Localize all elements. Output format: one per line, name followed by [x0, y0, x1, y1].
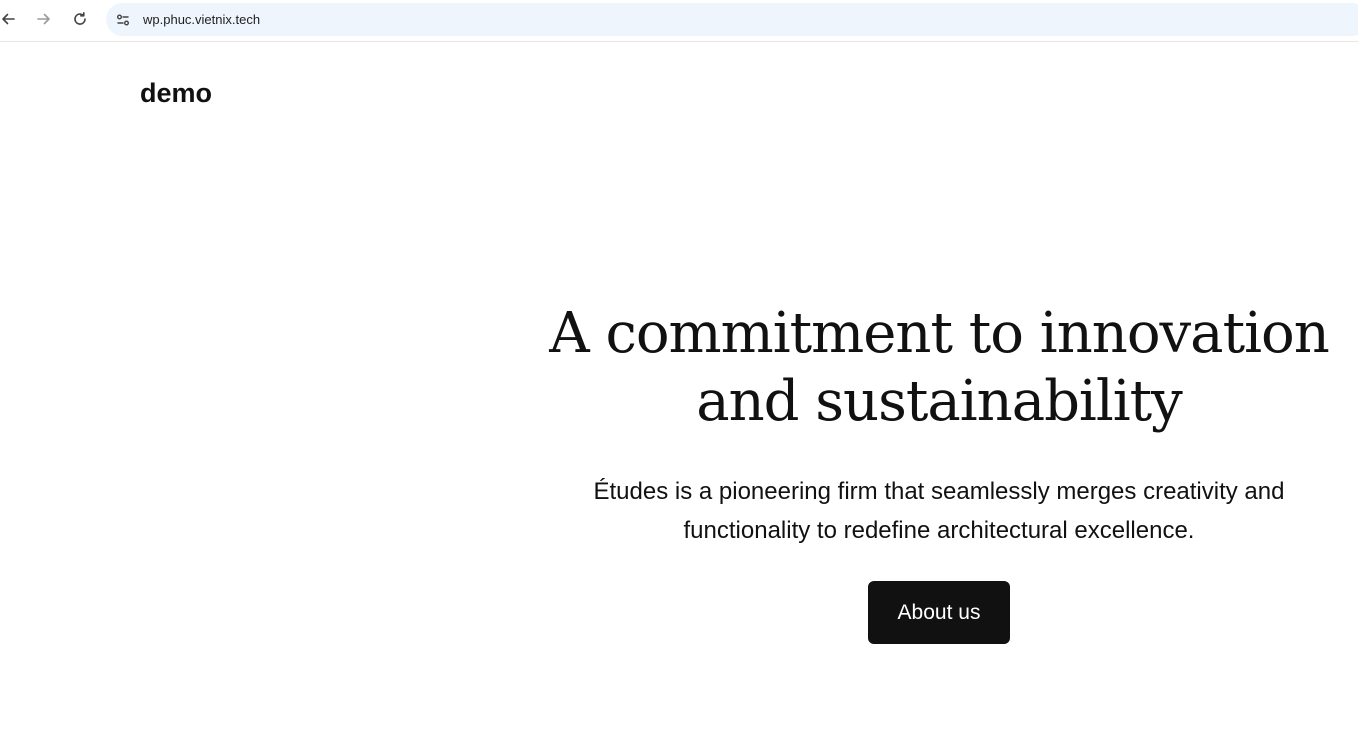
browser-toolbar: wp.phuc.vietnix.tech	[0, 0, 1358, 42]
tune-icon	[117, 14, 129, 25]
arrow-left-icon	[2, 13, 15, 25]
hero-heading-line-1: A commitment to innovation	[549, 301, 1330, 366]
address-bar[interactable]: wp.phuc.vietnix.tech	[106, 3, 1358, 36]
reload-icon	[74, 12, 86, 25]
hero-heading-line-2: and sustainability	[696, 369, 1183, 434]
about-us-button[interactable]: About us	[868, 581, 1010, 644]
arrow-right-icon	[37, 13, 50, 25]
hero-section: A commitment to innovation and sustainab…	[520, 300, 1358, 644]
hero-heading: A commitment to innovation and sustainab…	[520, 300, 1358, 436]
back-button[interactable]	[0, 7, 20, 31]
forward-button[interactable]	[32, 7, 56, 31]
site-info-button[interactable]	[110, 7, 136, 33]
reload-button[interactable]	[68, 7, 92, 31]
url-text[interactable]: wp.phuc.vietnix.tech	[143, 12, 260, 27]
site-title[interactable]: demo	[140, 78, 212, 109]
hero-subtitle: Études is a pioneering firm that seamles…	[593, 478, 1285, 544]
